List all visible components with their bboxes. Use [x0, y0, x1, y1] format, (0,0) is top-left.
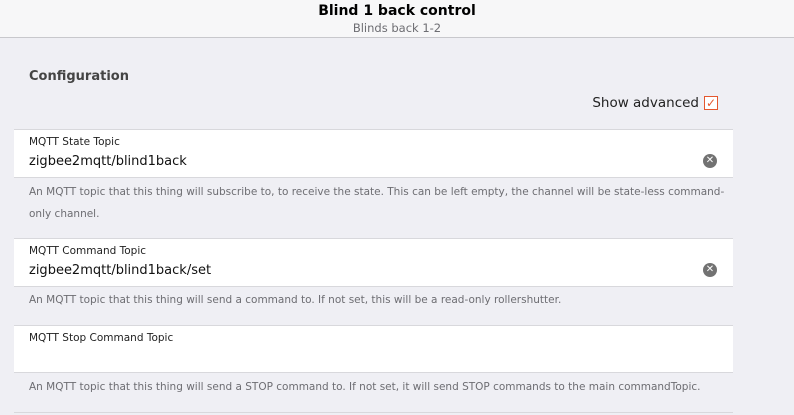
- state-topic-field[interactable]: MQTT State Topic zigbee2mqtt/blind1back …: [14, 129, 733, 177]
- show-advanced-toggle[interactable]: Show advanced ✓: [592, 95, 718, 111]
- stop-command-topic-field[interactable]: MQTT Stop Command Topic: [14, 325, 733, 372]
- section-title: Configuration: [29, 69, 129, 84]
- divider: [14, 372, 733, 373]
- stop-command-topic-info: An MQTT topic that this thing will send …: [29, 381, 701, 393]
- stop-command-topic-label: MQTT Stop Command Topic: [29, 332, 174, 344]
- show-advanced-label: Show advanced: [592, 95, 699, 111]
- state-topic-input[interactable]: zigbee2mqtt/blind1back: [29, 154, 187, 169]
- show-advanced-checkbox[interactable]: ✓: [704, 96, 718, 110]
- divider: [14, 177, 733, 178]
- command-topic-info: An MQTT topic that this thing will send …: [29, 294, 562, 306]
- clear-circle-icon[interactable]: ✕: [703, 263, 717, 277]
- command-topic-input[interactable]: zigbee2mqtt/blind1back/set: [29, 263, 211, 278]
- state-topic-label: MQTT State Topic: [29, 136, 120, 148]
- state-topic-info: An MQTT topic that this thing will subsc…: [29, 186, 725, 220]
- page-title: Blind 1 back control: [318, 3, 476, 19]
- divider: [14, 286, 733, 287]
- command-topic-field[interactable]: MQTT Command Topic zigbee2mqtt/blind1bac…: [14, 238, 733, 286]
- checkmark-icon: ✓: [705, 96, 717, 110]
- page-subtitle: Blinds back 1-2: [352, 21, 442, 35]
- navbar: Blind 1 back control Blinds back 1-2: [0, 0, 794, 38]
- divider: [14, 412, 733, 413]
- clear-circle-icon[interactable]: ✕: [703, 154, 717, 168]
- command-topic-label: MQTT Command Topic: [29, 245, 147, 257]
